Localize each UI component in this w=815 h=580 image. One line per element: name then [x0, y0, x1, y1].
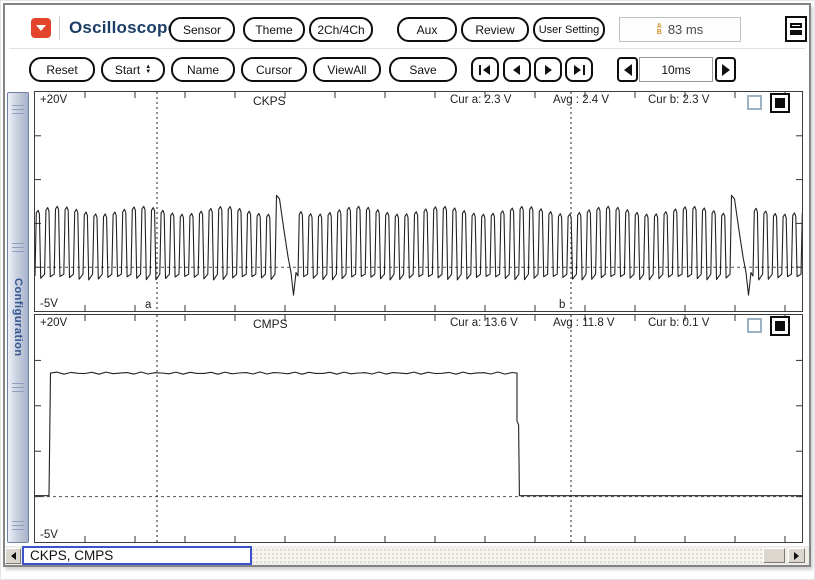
readout-avg: Avg : 2.4 V	[553, 94, 610, 106]
red-down-arrow-icon	[36, 25, 46, 31]
user-setting-button[interactable]: User Setting	[533, 17, 605, 42]
voltage-bottom-label: -5V	[40, 298, 58, 310]
next-frame-icon	[545, 64, 552, 75]
timebase-increase-button[interactable]	[715, 57, 736, 82]
scroll-right-button[interactable]	[788, 548, 805, 563]
prev-frame-icon	[513, 64, 520, 75]
start-button[interactable]: Start ▲ ▼	[101, 57, 165, 82]
left-arrow-icon	[623, 63, 632, 76]
list-menu-icon	[790, 23, 802, 28]
sensor-button[interactable]: Sensor	[169, 17, 235, 42]
readout-cursor-a: Cur a: 2.3 V	[450, 94, 512, 106]
ab-cursor-icon: AB	[656, 22, 662, 36]
channel-title: CMPS	[253, 317, 288, 331]
voltage-top-label: +20V	[40, 317, 68, 329]
oscilloscope-app: Oscilloscope Sensor Theme 2Ch/4Ch Aux Re…	[0, 0, 815, 580]
cursor-a-label: a	[145, 299, 152, 311]
review-button[interactable]: Review	[461, 17, 529, 42]
readout-cursor-b: Cur b: 2.3 V	[648, 94, 710, 106]
waveform-plot-ckps	[35, 92, 802, 311]
app-menu-button[interactable]	[31, 18, 51, 38]
cursor-button[interactable]: Cursor	[241, 57, 307, 82]
cursor-delta-time-value: 83 ms	[667, 22, 704, 37]
aux-button[interactable]: Aux	[397, 17, 457, 42]
right-arrow-icon	[721, 63, 730, 76]
channel-checkbox[interactable]	[747, 318, 762, 333]
timebase-value: 10ms	[639, 57, 713, 82]
channel-title: CKPS	[253, 94, 286, 108]
name-button[interactable]: Name	[171, 57, 235, 82]
list-menu-button[interactable]	[785, 16, 807, 42]
viewall-button[interactable]: ViewAll	[313, 57, 381, 82]
channel-panel-cmps: +20V CMPS Cur a: 13.6 V Avg : 11.8 V Cur…	[34, 314, 803, 543]
scrollbar-track[interactable]	[251, 548, 785, 563]
readout-cursor-b: Cur b: 0.1 V	[648, 317, 710, 329]
save-button[interactable]: Save	[389, 57, 457, 82]
up-down-spinner-icon: ▲ ▼	[145, 63, 152, 75]
right-arrow-icon	[794, 551, 799, 560]
waveform-plot-cmps	[35, 315, 802, 542]
channel-checkbox[interactable]	[747, 95, 762, 110]
readout-cursor-a: Cur a: 13.6 V	[450, 317, 518, 329]
cursor-delta-time-display: AB 83 ms	[619, 17, 741, 42]
channel-color-swatch[interactable]	[770, 316, 790, 336]
scroll-left-button[interactable]	[5, 548, 21, 564]
channel-mode-button[interactable]: 2Ch/4Ch	[309, 17, 373, 42]
scrollbar-thumb[interactable]	[763, 548, 785, 563]
next-frame-button[interactable]	[534, 57, 562, 82]
divider	[59, 16, 60, 40]
channel-color-swatch[interactable]	[770, 93, 790, 113]
app-title: Oscilloscope	[69, 18, 178, 37]
reset-button[interactable]: Reset	[29, 57, 95, 82]
theme-button[interactable]: Theme	[243, 17, 305, 42]
first-frame-icon	[479, 64, 490, 75]
voltage-bottom-label: -5V	[40, 529, 58, 541]
configuration-tab[interactable]: Configuration	[7, 92, 29, 543]
prev-frame-button[interactable]	[503, 57, 531, 82]
voltage-top-label: +20V	[40, 94, 68, 106]
last-frame-button[interactable]	[565, 57, 593, 82]
channel-panel-ckps: +20V CKPS Cur a: 2.3 V Avg : 2.4 V Cur b…	[34, 91, 803, 312]
configuration-tab-label: Configuration	[12, 278, 24, 357]
last-frame-icon	[574, 64, 585, 75]
channel-names-box: CKPS, CMPS	[22, 546, 252, 565]
timebase-decrease-button[interactable]	[617, 57, 638, 82]
cursor-b-label: b	[559, 299, 566, 311]
left-arrow-icon	[10, 552, 16, 560]
readout-avg: Avg : 11.8 V	[553, 317, 615, 329]
toolbar-separator	[9, 48, 805, 49]
first-frame-button[interactable]	[471, 57, 499, 82]
